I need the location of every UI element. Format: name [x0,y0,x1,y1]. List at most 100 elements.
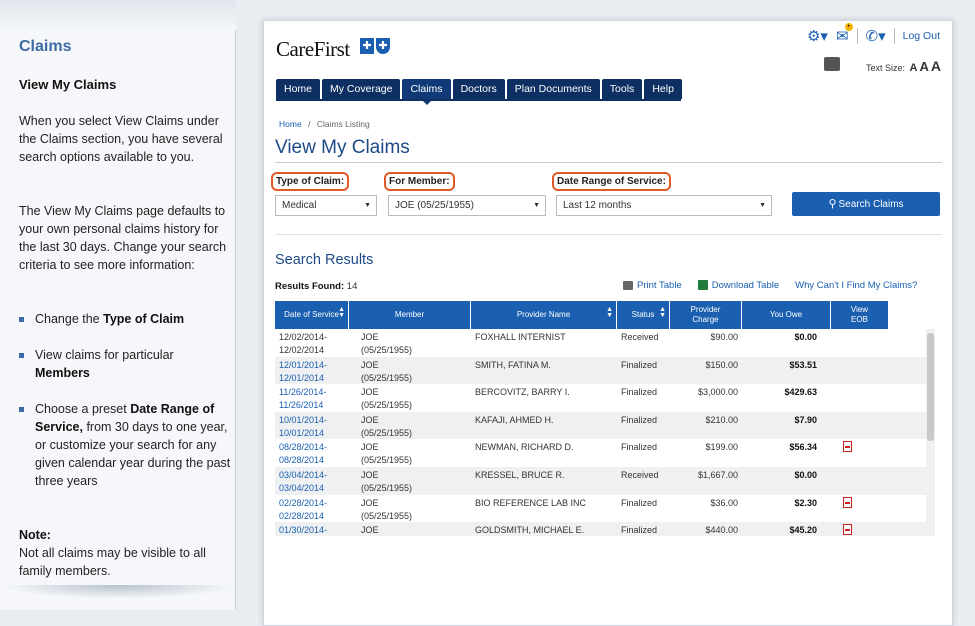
table-row[interactable]: 02/28/2014- 02/28/2014 JOE (05/25/1955) BIO … [275,495,930,523]
col-provider-charge[interactable]: Provider Charge [670,301,742,329]
cell-eob [831,439,889,467]
printer-icon[interactable] [824,57,840,71]
table-scrollbar[interactable] [926,329,935,536]
help-note-title: Note: [19,528,51,542]
cell-date[interactable]: 11/26/2014- 11/26/2014 [275,384,349,412]
breadcrumb-current: Claims Listing [316,119,370,129]
member-value: JOE (05/25/1955) [395,200,474,211]
search-claims-button[interactable]: ⚲ Search Claims [792,192,940,216]
cell-status: Received [621,469,659,480]
cell-status: Received [621,332,659,342]
col-provider-name[interactable]: Provider Name ▲ ▼ [471,301,617,329]
type-of-claim-label: Type of Claim: [271,172,350,191]
table-row[interactable]: 11/26/2014- 11/26/2014 JOE (05/25/1955) BERC… [275,384,930,412]
cell-status: Finalized [621,359,658,370]
date-end: 03/04/2014 [279,482,325,493]
col-status[interactable]: Status ▲ ▼ [617,301,670,329]
results-found-count: 14 [346,281,358,292]
tab-claims[interactable]: Claims [402,79,451,105]
divider [856,28,858,44]
print-table-link[interactable]: Print Table [623,280,682,291]
bullet-bold: Members [35,366,90,380]
download-table-link[interactable]: Download Table [697,280,779,291]
cell-you-owe: $0.00 [794,332,817,342]
pdf-icon[interactable] [843,441,852,453]
cell-you-owe: $45.20 [789,525,817,536]
col-label: Status [631,310,655,319]
cell-member: JOE (05/25/1955) [349,439,471,467]
member-name: JOE [361,442,379,453]
cell-date[interactable]: 12/01/2014- 12/01/2014 [275,357,349,385]
bullet-text: Choose a preset [35,402,131,416]
cell-provider: FOXHALL INTERNIST [475,332,566,342]
type-of-claim-select[interactable]: Medical ▼ [275,195,377,216]
table-row[interactable]: 12/02/2014- 12/02/2014 JOE (05/25/1955) FOXH… [275,329,930,357]
carefirst-logo[interactable]: CareFirst [276,37,350,62]
cell-you-owe: $0.00 [794,469,817,480]
cell-charge: $210.00 [705,414,738,425]
bullet-marker [19,407,24,412]
dropdown-arrow-icon: ▼ [364,202,371,209]
bcbs-logo-icon: ✚ ✚ [360,38,390,54]
date-end: 11/26/2014 [279,400,324,411]
pdf-icon[interactable] [843,524,852,536]
app-frame: CareFirst ✚ ✚ ⚙▾ ✉ • ✆▾ Log Out Text Size:… [263,20,953,626]
results-found-label: Results Found: [275,281,345,292]
cell-date[interactable]: 10/01/2014- 10/01/2014 [275,412,349,440]
for-member-label: For Member: [384,172,455,191]
date-end: 10/01/2014 [279,427,325,438]
cell-date[interactable]: 02/28/2014- 02/28/2014 [275,495,349,523]
utility-bar: ⚙▾ ✉ • ✆▾ Log Out [807,23,940,45]
tab-plan-documents[interactable]: Plan Documents [506,79,600,99]
cell-charge: $90.00 [710,332,738,342]
tab-tools[interactable]: Tools [601,79,643,99]
shield-icon: ✚ [376,38,390,54]
col-you-owe[interactable]: You Owe [742,301,831,329]
type-of-claim-value: Medical [282,200,317,211]
table-row[interactable]: 12/01/2014- 12/01/2014 JOE (05/25/1955) SMIT… [275,356,930,385]
tab-home[interactable]: Home [276,79,321,99]
cell-provider: BIO REFERENCE LAB INC [475,497,587,508]
table-row[interactable]: 03/04/2014- 03/04/2014 JOE (05/25/1955) KRES… [275,466,930,495]
cell-status: Finalized [621,387,658,398]
cell-date[interactable]: 01/30/2014- [275,522,349,536]
cell-you-owe: $429.63 [784,387,817,398]
table-row[interactable]: 10/01/2014- 10/01/2014 JOE (05/25/1955) KAFA… [275,411,930,440]
scrollbar-thumb[interactable] [927,333,934,441]
cell-provider: SMITH, FATINA M. [475,359,551,370]
why-cant-find-link[interactable]: Why Can't I Find My Claims? [795,280,917,291]
date-range-select[interactable]: Last 12 months ▼ [556,195,772,216]
breadcrumb: Home / Claims Listing [279,119,370,129]
table-row[interactable]: 01/30/2014- JOE GOLDSMITH, MICHAEL E. Final… [275,522,930,536]
tab-help[interactable]: Help [644,79,682,99]
col-view-eob[interactable]: View EOB [831,301,889,329]
printer-icon [623,280,633,290]
cell-date[interactable]: 03/04/2014- 03/04/2014 [275,467,349,495]
text-size-large[interactable]: A [931,58,941,74]
member-select[interactable]: JOE (05/25/1955) ▼ [388,195,546,216]
tab-doctors[interactable]: Doctors [452,79,505,99]
pdf-icon[interactable] [843,496,852,508]
bullet-text: View claims for particular [35,348,174,362]
logout-link[interactable]: Log Out [903,30,940,42]
col-member[interactable]: Member [349,301,471,329]
gear-icon[interactable]: ⚙▾ [807,27,828,45]
mail-badge: • [844,23,853,31]
cell-member: JOE [349,522,471,536]
table-row[interactable]: 08/28/2014- 08/28/2014 JOE (05/25/1955) NEWM… [275,439,930,467]
cell-charge: $150.00 [705,359,738,370]
claims-table-header: Date of Service ▲ ▼ Member Provider Name ▲ ▼… [275,301,930,329]
mail-icon[interactable]: ✉ • [836,23,853,45]
tab-my-coverage[interactable]: My Coverage [322,79,401,99]
cell-date[interactable]: 08/28/2014- 08/28/2014 [275,439,349,467]
col-date-of-service[interactable]: Date of Service ▲ ▼ [275,301,349,329]
dropdown-arrow-icon: ▼ [759,202,766,209]
text-size-medium[interactable]: A [919,59,928,74]
text-size-small[interactable]: A [910,62,918,74]
cell-date[interactable]: 12/02/2014- 12/02/2014 [275,329,349,357]
excel-icon [697,280,708,291]
sort-icon: ▲ ▼ [606,306,613,319]
phone-icon[interactable]: ✆▾ [866,27,886,45]
member-dob: (05/25/1955) [361,427,413,438]
breadcrumb-home[interactable]: Home [279,119,302,129]
